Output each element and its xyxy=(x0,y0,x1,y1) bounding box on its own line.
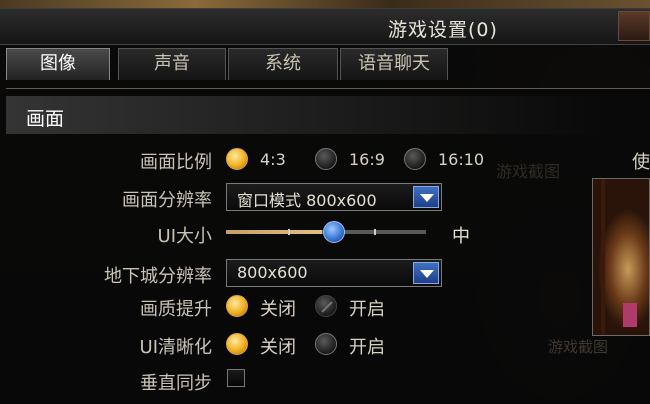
quality-boost-off-radio[interactable] xyxy=(226,295,248,317)
slider-tick xyxy=(374,229,376,235)
resolution-value: 窗口模式 800x600 xyxy=(237,191,377,210)
quality-boost-on-radio[interactable] xyxy=(315,295,337,317)
ui-size-value: 中 xyxy=(452,226,470,247)
aspect-16-9-radio[interactable] xyxy=(315,148,337,170)
ui-sharpen-on-radio[interactable] xyxy=(315,333,337,355)
window-title: 游戏设置(0) xyxy=(388,19,498,41)
ui-sharpen-label: UI清晰化 xyxy=(139,337,212,358)
ui-size-slider-fill xyxy=(226,230,322,234)
aspect-16-10-radio[interactable] xyxy=(404,148,426,170)
vsync-label: 垂直同步 xyxy=(140,373,212,394)
section-header-bar xyxy=(6,96,606,134)
aspect-4-3-text: 4:3 xyxy=(260,150,286,169)
aspect-4-3-radio[interactable] xyxy=(226,148,248,170)
vsync-checkbox[interactable] xyxy=(227,369,245,387)
preview-label: 使 xyxy=(632,152,650,173)
chevron-down-icon xyxy=(413,186,439,208)
quality-boost-label: 画质提升 xyxy=(140,299,212,320)
dungeon-resolution-label: 地下城分辨率 xyxy=(104,266,212,287)
tab-graphics[interactable]: 图像 xyxy=(6,48,110,80)
tab-sound[interactable]: 声音 xyxy=(118,48,226,80)
quality-boost-off-text: 关闭 xyxy=(260,299,296,320)
aspect-16-10-text: 16:10 xyxy=(438,150,485,169)
aspect-16-9-text: 16:9 xyxy=(349,150,385,169)
chevron-down-icon xyxy=(413,262,439,284)
quality-boost-on-text: 开启 xyxy=(349,299,385,320)
title-bar: 游戏设置(0) xyxy=(0,9,650,45)
ui-sharpen-off-text: 关闭 xyxy=(260,337,296,358)
dungeon-resolution-dropdown[interactable]: 800x600 xyxy=(226,259,442,287)
resolution-dropdown[interactable]: 窗口模式 800x600 xyxy=(226,183,442,211)
resolution-label: 画面分辨率 xyxy=(122,190,212,211)
slider-tick xyxy=(288,229,290,235)
aspect-ratio-label: 画面比例 xyxy=(140,152,212,173)
tab-voice-chat[interactable]: 语音聊天 xyxy=(340,48,448,80)
preview-image xyxy=(592,178,650,336)
tab-system[interactable]: 系统 xyxy=(228,48,338,80)
section-title: 画面 xyxy=(26,108,65,130)
dungeon-resolution-value: 800x600 xyxy=(237,263,308,282)
close-button[interactable] xyxy=(618,11,650,41)
ui-sharpen-on-text: 开启 xyxy=(349,337,385,358)
ui-sharpen-off-radio[interactable] xyxy=(226,333,248,355)
watermark-text-2: 游戏截图 xyxy=(548,338,609,356)
ui-size-slider-thumb[interactable] xyxy=(323,221,345,243)
ui-size-label: UI大小 xyxy=(157,226,212,247)
watermark-text: 游戏截图 xyxy=(496,162,561,181)
